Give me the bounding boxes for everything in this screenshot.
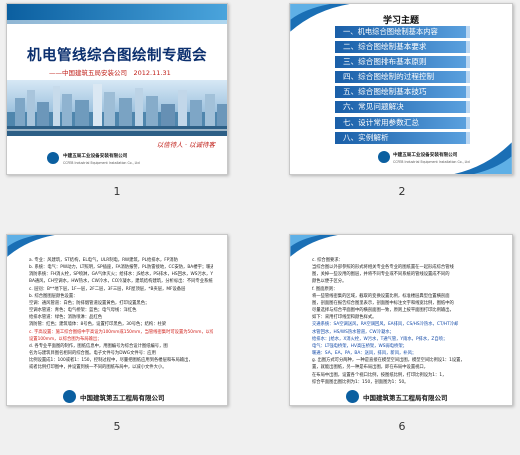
text-line: 空调：通风管道：白色；防排烟管道设置黄色，打印设置黑色； <box>29 300 150 306</box>
slide-thumbnail-1[interactable]: 机电管线综合图绘制专题会 ——中国建筑五局安装公司 2012.11.31 以信待… <box>6 3 228 175</box>
text-line: b. 系统：电气：PW动力，LT照明，SP插座，FA消防报警，PL防雷接地，CC… <box>29 265 213 271</box>
company-logo-icon <box>378 151 390 163</box>
text-line-highlight: c. 字高设置：施工综合图纸中字高设为100mm或150mm，当管线密集时可设置… <box>29 329 213 335</box>
text-line: 当综合图以外部参照的形式将相关专业各专业的图纸置在一起形成综合管线 <box>312 265 454 271</box>
slide-subtitle: ——中国建筑五局安装公司 2012.11.31 <box>49 69 171 77</box>
text-line: d. 各专业平面图的制作，图纸信息中，用图编号为综合设计图纸编号，图 <box>29 343 168 349</box>
text-line: 在布局中出图，设置各个视口比例，按图纸比例，打印比例设为1：1， <box>312 372 447 378</box>
text-line: b. 综合图图层颜色设置： <box>29 293 78 299</box>
text-line-highlight: 电气：LT强电桥架，HV高压桥架，WS弱电桥架； <box>312 343 407 349</box>
topic-item: 二、综合图绘制基本要求 <box>335 41 470 54</box>
topic-item: 七、设计常用参数汇总 <box>335 116 470 129</box>
text-line: 消防系统：FH消火栓，SP喷淋，GA气体灭火；给排水：JS给水，PS排水，HS回… <box>29 272 213 278</box>
slide-number-1: 1 <box>113 185 121 198</box>
slide-footer: 中国建筑第五工程局有限公司 <box>290 389 512 405</box>
company-name-english: CCFEB Industrial Equipment Installation … <box>63 161 140 165</box>
city-skyline-image <box>7 80 227 136</box>
text-line: 如下：采用打印线型和颜色样式。 <box>312 315 377 321</box>
text-line: 图，剖面图在报告综合图里表示，剖面图中标注文字和线宽比例，图纸中的 <box>312 300 454 306</box>
text-line-highlight: 水管回水，HS/WS热水管道，CW冷凝水； <box>312 329 394 335</box>
text-line: 空调水管道：青色；电气桥架：蓝色；电气母线：洋红色 <box>29 308 137 314</box>
text-line: c. 综合图要求： <box>312 258 343 263</box>
text-line: 置，就能出图纸，另一种是布局出图，即在布局中设置视口， <box>312 365 429 371</box>
topic-item: 五、综合图绘制基本技巧 <box>335 86 470 99</box>
text-line: 将一些管线密集的区域，截取的变换设置比例，标准楼层典型位置横剖面 <box>312 293 450 299</box>
text-line-highlight: 设置100mm，以综合图为布局输出； <box>29 336 102 342</box>
slide-number-5: 5 <box>113 420 121 433</box>
topic-item: 四、综合图绘制的过程控制 <box>335 71 470 84</box>
slide-body-text: a. 专业：风建筑，ST结构，EL电气，ULR制电，RW建筑，PL给排水，FP消… <box>29 257 213 372</box>
text-line: g. 出图方式可分两种，一种是直接在模型空间出图，模型空间比例设1：1设置， <box>312 358 465 364</box>
topic-item: 一、机电综合图绘制基本内容 <box>335 26 470 38</box>
company-name: 中国建筑第五工程局有限公司 <box>80 394 165 402</box>
text-line: 综合平面图出图比例为1：150，剖面图为1：50。 <box>312 379 409 385</box>
text-line: f. 图面原则： <box>312 286 338 292</box>
topic-item: 三、综合图排布基本原则 <box>335 56 470 69</box>
company-logo-icon <box>63 390 76 403</box>
text-line: 给排水管道：绿色；消防喷淋：品红色 <box>29 315 103 321</box>
text-line: 尽量选择与综合平面图中的横剖面图一致，原则上按平面图打印比例输出， <box>312 308 454 314</box>
company-logo-icon <box>47 152 59 164</box>
text-line: 图，关掉一些没用的图层，并将不同专业或不同系统的管线设置成不同的 <box>312 272 450 278</box>
text-line-highlight: 交通系统：SA空调送风，RA空调回风，EA排风，CS/HS冷热水，CT/HT冷却 <box>312 322 459 328</box>
text-line: 或者比例打印图中，并设置到统一不同的图纸布局中，以减小文件大小。 <box>29 365 167 371</box>
slide-title: 机电管线综合图绘制专题会 <box>27 48 207 64</box>
text-line: 颜色以便于区分。 <box>312 279 347 285</box>
slide-thumbnail-5[interactable]: a. 专业：风建筑，ST结构，EL电气，ULR制电，RW建筑，PL给排水，FP消… <box>6 234 228 406</box>
header-band <box>7 4 227 24</box>
text-line: BA通风，CH空调水，HW热水，CW冷水，CO冷凝水，建筑结构建筑，分析标出：不… <box>29 279 213 285</box>
slogan-text: 以信待人 · 以诚待客 <box>156 141 215 149</box>
slide-thumbnail-6[interactable]: c. 综合图要求： 当综合图以外部参照的形式将相关专业各专业的图纸置在一起形成综… <box>289 234 513 406</box>
text-line-highlight: 暖通：SA，EA，PA，BA：送风，排风，新风，补风； <box>312 351 417 357</box>
company-name-english: CCFEB Industrial Equipment Installation … <box>393 160 470 164</box>
company-logo-icon <box>346 390 359 403</box>
text-line: c. 层别：B**地下层，1F一层，2F二层，3F三层，RF屋顶层，*B夹层，M… <box>29 286 186 292</box>
text-line: a. 专业：风建筑，ST结构，EL电气，ULR制电，RW建筑，PL给排水，FP消… <box>29 258 178 263</box>
slide-number-2: 2 <box>398 185 406 198</box>
text-line: 名为与建筑目图名相同的综合图。电子文件号为DWG文件号：应用 <box>29 351 156 357</box>
slide-heading: 学习主题 <box>382 16 419 26</box>
company-name: 中建五局工业设备安装有限公司 <box>393 153 458 158</box>
topic-item: 八、实例解析 <box>335 131 470 144</box>
text-line: 比例设置成1：100或者1：150，控制过程中，尽量把图纸应用到各楼层和布局输出… <box>29 358 193 364</box>
text-line: 消防管：红色；建筑墙体：8号色，设置打印黑色，30号色；结构：柱梁 <box>29 322 167 328</box>
company-name: 中建五局工业设备安装有限公司 <box>63 154 128 159</box>
slide-thumbnail-2[interactable]: 学习主题 一、机电综合图绘制基本内容 二、综合图绘制基本要求 三、综合图排布基本… <box>289 3 513 175</box>
slide-number-6: 6 <box>398 420 406 433</box>
topic-list: 一、机电综合图绘制基本内容 二、综合图绘制基本要求 三、综合图排布基本原则 四、… <box>335 26 470 147</box>
slide-footer: 中国建筑第五工程局有限公司 <box>7 389 227 405</box>
text-line-highlight: 给排水：J给水，X消火栓，W污水，T通气管，Y雨水，P排水，Z自喷； <box>312 336 448 342</box>
company-name: 中国建筑第五工程局有限公司 <box>363 394 448 402</box>
slide-body-text: c. 综合图要求： 当综合图以外部参照的形式将相关专业各专业的图纸置在一起形成综… <box>312 257 498 386</box>
topic-item: 六、常见问题解决 <box>335 101 470 114</box>
